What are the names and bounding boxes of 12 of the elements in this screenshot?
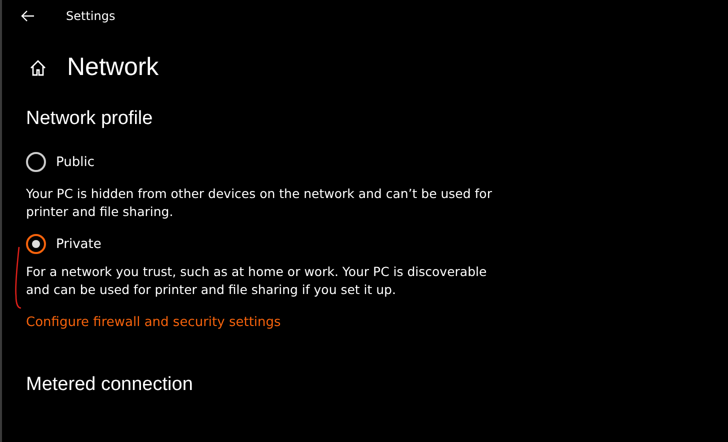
- section-heading: Metered connection: [26, 374, 194, 396]
- firewall-link[interactable]: Configure firewall and security settings: [26, 315, 281, 330]
- home-icon[interactable]: [29, 58, 47, 76]
- window-title: Settings: [66, 9, 116, 23]
- page-title: Network: [67, 53, 159, 82]
- radio-option[interactable]: Private: [26, 234, 102, 254]
- back-arrow-icon[interactable]: [21, 10, 35, 22]
- section-heading: Network profile: [26, 108, 154, 130]
- radio-option[interactable]: Public: [26, 152, 94, 172]
- option-description: Your PC is hidden from other devices on the network and can’t be used for printer and file sharing.: [26, 185, 493, 221]
- option-description: For a network you trust, such as at home or work. Your PC is discoverable and can be used for printer and file sharing if you set it up.: [26, 263, 488, 299]
- annotation-stroke: [14, 246, 22, 310]
